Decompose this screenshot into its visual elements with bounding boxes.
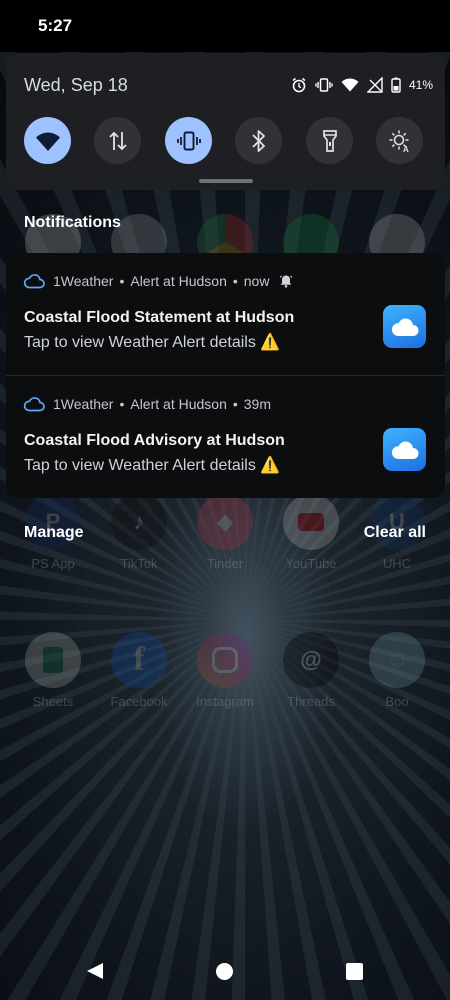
notification-title: Coastal Flood Statement at Hudson bbox=[24, 309, 295, 326]
quick-settings-panel[interactable]: Wed, Sep 18 41% A bbox=[6, 53, 445, 190]
flashlight-icon bbox=[322, 129, 337, 152]
notification-meta: 1Weather • Alert at Hudson • now bbox=[23, 273, 293, 289]
notification-subtext: Alert at Hudson bbox=[130, 396, 227, 412]
notification-item[interactable]: 1Weather • Alert at Hudson • now Coastal… bbox=[6, 253, 445, 375]
notification-meta: 1Weather • Alert at Hudson • 39m bbox=[23, 396, 271, 412]
wifi-icon bbox=[35, 132, 60, 151]
notification-time: 39m bbox=[243, 396, 271, 412]
notification-group[interactable]: 1Weather • Alert at Hudson • now Coastal… bbox=[6, 253, 445, 498]
notification-subtext: Alert at Hudson bbox=[130, 273, 227, 289]
home-button[interactable] bbox=[216, 963, 233, 980]
notification-item[interactable]: 1Weather • Alert at Hudson • 39m Coastal… bbox=[6, 375, 445, 497]
back-icon[interactable] bbox=[86, 962, 104, 980]
manage-button[interactable]: Manage bbox=[24, 524, 84, 542]
wifi-icon bbox=[341, 78, 359, 92]
vibrate-icon bbox=[315, 78, 333, 92]
cloud-icon bbox=[23, 274, 45, 289]
cloud-icon bbox=[391, 440, 418, 459]
status-bar: 5:27 bbox=[0, 0, 450, 52]
cloud-icon bbox=[391, 317, 418, 336]
clear-all-button[interactable]: Clear all bbox=[364, 524, 426, 542]
data-transfer-icon bbox=[108, 131, 127, 150]
status-time: 5:27 bbox=[38, 16, 73, 35]
notification-app-name: 1Weather bbox=[53, 273, 114, 289]
notification-body: Tap to view Weather Alert details ⚠️ bbox=[24, 457, 281, 474]
qs-status-icons: 41% bbox=[291, 77, 433, 93]
separator: • bbox=[232, 396, 238, 412]
svg-text:A: A bbox=[403, 145, 409, 153]
tile-auto-brightness[interactable]: A bbox=[376, 117, 423, 164]
battery-percent: 41% bbox=[408, 78, 433, 92]
weather-app-icon bbox=[383, 305, 426, 348]
bluetooth-icon bbox=[251, 129, 265, 152]
tile-data-transfer[interactable] bbox=[94, 117, 141, 164]
notification-app-name: 1Weather bbox=[53, 396, 114, 412]
separator: • bbox=[119, 273, 125, 289]
notification-body: Tap to view Weather Alert details ⚠️ bbox=[24, 334, 281, 351]
separator: • bbox=[119, 396, 125, 412]
auto-brightness-icon: A bbox=[389, 130, 409, 153]
tile-flashlight[interactable] bbox=[306, 117, 353, 164]
notification-title: Coastal Flood Advisory at Hudson bbox=[24, 432, 285, 449]
bell-icon bbox=[280, 275, 293, 288]
battery-icon bbox=[391, 77, 401, 93]
qs-drag-handle[interactable] bbox=[199, 179, 253, 183]
tile-bluetooth[interactable] bbox=[235, 117, 282, 164]
qs-date[interactable]: Wed, Sep 18 bbox=[24, 75, 128, 96]
tile-wifi[interactable] bbox=[24, 117, 71, 164]
navigation-bar bbox=[0, 942, 450, 1000]
signal-icon bbox=[366, 77, 383, 93]
recents-button[interactable] bbox=[346, 963, 363, 980]
tile-vibrate[interactable] bbox=[165, 117, 212, 164]
cloud-icon bbox=[23, 397, 45, 412]
notification-time: now bbox=[243, 273, 270, 289]
separator: • bbox=[232, 273, 238, 289]
alarm-icon bbox=[292, 77, 306, 93]
notifications-header: Notifications bbox=[24, 214, 121, 231]
vibrate-icon bbox=[176, 131, 201, 150]
weather-app-icon bbox=[383, 428, 426, 471]
